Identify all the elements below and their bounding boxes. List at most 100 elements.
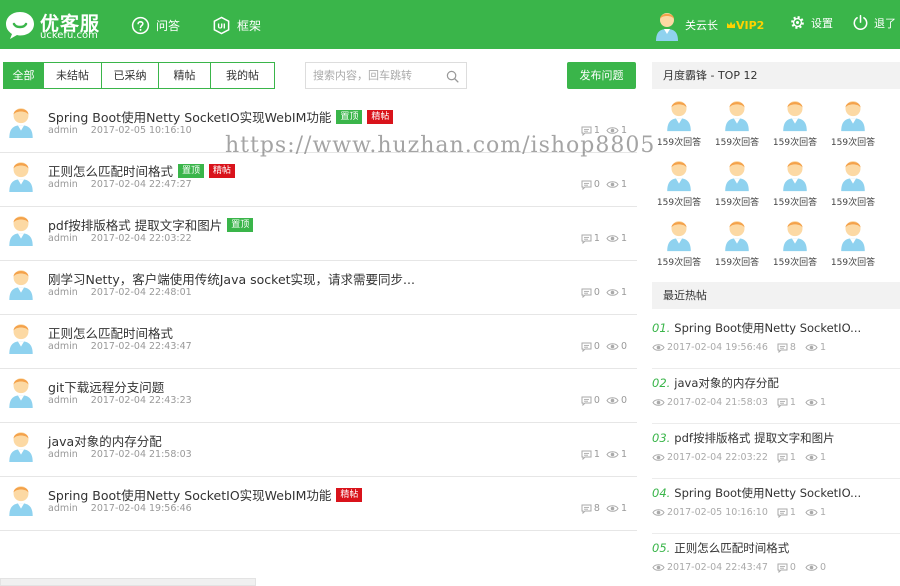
reply-icon (581, 234, 592, 244)
hot-post-title[interactable]: Spring Boot使用Netty SocketIO... (674, 486, 861, 500)
author-avatar[interactable] (6, 212, 36, 246)
post-author[interactable]: admin (48, 503, 78, 514)
post-author[interactable]: admin (48, 341, 78, 352)
author-avatar[interactable] (6, 158, 36, 192)
author-avatar[interactable] (6, 320, 36, 354)
post-title[interactable]: Spring Boot使用Netty SocketIO实现WebIM功能 (48, 107, 331, 126)
hot-post-item[interactable]: 01. Spring Boot使用Netty SocketIO... 2017-02… (652, 314, 900, 369)
site-logo[interactable]: 优客服 uckefu.com (4, 8, 104, 42)
hot-post-views-value: 1 (819, 452, 826, 463)
post-row[interactable]: Spring Boot使用Netty SocketIO实现WebIM功能 精帖 ad… (0, 477, 637, 531)
top-user-avatar[interactable] (838, 95, 868, 133)
top-user-item[interactable]: 159次回答 (766, 155, 824, 208)
top-user-avatar[interactable] (664, 155, 694, 193)
hot-post-rank: 04. (652, 486, 671, 500)
top-user-answers: 159次回答 (656, 138, 702, 148)
post-row[interactable]: 刚学习Netty，客户端使用传统Java socket实现，请求需要同步... a… (0, 261, 637, 315)
post-title[interactable]: git下载远程分支问题 (48, 377, 164, 396)
author-avatar[interactable] (6, 374, 36, 408)
hot-post-title-line: 02. java对象的内存分配 (652, 375, 779, 391)
user-menu[interactable]: 关云长 VIP2 (653, 9, 764, 41)
top-user-avatar[interactable] (664, 215, 694, 253)
post-title-line: java对象的内存分配 (48, 431, 162, 450)
top-user-item[interactable]: 159次回答 (650, 155, 708, 208)
top-user-avatar[interactable] (780, 95, 810, 133)
post-author[interactable]: admin (48, 287, 78, 298)
settings-link[interactable]: 设置 (789, 14, 833, 31)
pinned-badge: 置顶 (336, 109, 363, 124)
post-author[interactable]: admin (48, 125, 78, 136)
post-row[interactable]: Spring Boot使用Netty SocketIO实现WebIM功能 置顶 精帖… (0, 99, 637, 153)
search-icon[interactable] (446, 70, 459, 83)
post-title[interactable]: Spring Boot使用Netty SocketIO实现WebIM功能 (48, 485, 331, 504)
top-user-item[interactable]: 159次回答 (708, 215, 766, 268)
eye-icon (805, 564, 818, 571)
logout-link[interactable]: 退了 (852, 14, 896, 31)
hot-post-views: 1 (805, 452, 826, 463)
post-row[interactable]: pdf按排版格式 提取文字和图片 置顶 admin 2017-02-04 22:03:… (0, 207, 637, 261)
post-row[interactable]: 正则怎么匹配时间格式 admin 2017-02-04 22:43:47 0 0 (0, 315, 637, 369)
tab-unresolved[interactable]: 未结帖 (43, 63, 101, 88)
reply-count: 0 (581, 287, 600, 298)
nav-item-qa[interactable]: 问答 (131, 14, 180, 36)
search-input[interactable] (306, 63, 442, 88)
top-user-item[interactable]: 159次回答 (766, 215, 824, 268)
tab-featured[interactable]: 精帖 (158, 63, 210, 88)
tab-my-posts[interactable]: 我的帖 (210, 63, 274, 88)
top-user-avatar[interactable] (664, 95, 694, 133)
vip-crown-icon (727, 21, 735, 28)
filter-tabs: 全部 未结帖 已采纳 精帖 我的帖 (3, 62, 275, 89)
author-avatar[interactable] (6, 482, 36, 516)
post-author[interactable]: admin (48, 395, 78, 406)
post-meta: admin 2017-02-04 22:43:23 (48, 395, 192, 406)
top-user-avatar[interactable] (780, 215, 810, 253)
hot-post-views: 1 (805, 342, 826, 353)
top-user-item[interactable]: 159次回答 (824, 215, 882, 268)
top-user-item[interactable]: 159次回答 (708, 95, 766, 148)
post-author[interactable]: admin (48, 233, 78, 244)
post-title[interactable]: 刚学习Netty，客户端使用传统Java socket实现，请求需要同步... (48, 269, 415, 288)
hot-post-title[interactable]: java对象的内存分配 (674, 376, 779, 390)
top-user-item[interactable]: 159次回答 (824, 155, 882, 208)
hot-post-replies-value: 1 (789, 397, 796, 408)
author-avatar[interactable] (6, 266, 36, 300)
post-row[interactable]: 正则怎么匹配时间格式 置顶 精帖 admin 2017-02-04 22:47:27 0 1 (0, 153, 637, 207)
post-author[interactable]: admin (48, 449, 78, 460)
hot-post-item[interactable]: 03. pdf按排版格式 提取文字和图片 2017-02-04 22:03:22 1 1 (652, 424, 900, 479)
post-time: 2017-02-04 22:03:22 (90, 233, 192, 244)
post-row[interactable]: git下载远程分支问题 admin 2017-02-04 22:43:23 0 0 (0, 369, 637, 423)
tab-all[interactable]: 全部 (4, 63, 43, 88)
top-user-answers: 159次回答 (772, 198, 818, 208)
post-title[interactable]: 正则怎么匹配时间格式 (48, 323, 173, 342)
top-user-avatar[interactable] (838, 155, 868, 193)
hot-post-item[interactable]: 02. java对象的内存分配 2017-02-04 21:58:03 1 1 (652, 369, 900, 424)
top-user-avatar[interactable] (722, 95, 752, 133)
top-user-avatar[interactable] (722, 155, 752, 193)
post-question-button[interactable]: 发布问题 (567, 62, 636, 89)
nav-item-framework[interactable]: UI 框架 (212, 14, 261, 36)
post-title[interactable]: pdf按排版格式 提取文字和图片 (48, 215, 222, 234)
post-title[interactable]: 正则怎么匹配时间格式 (48, 161, 173, 180)
post-author[interactable]: admin (48, 179, 78, 190)
post-title[interactable]: java对象的内存分配 (48, 431, 162, 450)
top-user-item[interactable]: 159次回答 (708, 155, 766, 208)
top-user-item[interactable]: 159次回答 (824, 95, 882, 148)
eye-icon (606, 451, 619, 458)
author-avatar[interactable] (6, 428, 36, 462)
author-avatar[interactable] (6, 104, 36, 138)
user-name: 关云长 (685, 19, 718, 32)
hot-post-item[interactable]: 05. 正则怎么匹配时间格式 2017-02-04 22:43:47 0 0 (652, 534, 900, 586)
top-user-avatar[interactable] (780, 155, 810, 193)
hot-post-title[interactable]: pdf按排版格式 提取文字和图片 (674, 431, 834, 445)
hot-post-title[interactable]: 正则怎么匹配时间格式 (674, 541, 789, 555)
top-user-item[interactable]: 159次回答 (650, 95, 708, 148)
top-user-avatar[interactable] (838, 215, 868, 253)
post-row[interactable]: java对象的内存分配 admin 2017-02-04 21:58:03 1 1 (0, 423, 637, 477)
hot-post-title[interactable]: Spring Boot使用Netty SocketIO... (674, 321, 861, 335)
hot-post-item[interactable]: 04. Spring Boot使用Netty SocketIO... 2017-02… (652, 479, 900, 534)
top-user-item[interactable]: 159次回答 (766, 95, 824, 148)
top-user-item[interactable]: 159次回答 (650, 215, 708, 268)
tab-accepted[interactable]: 已采纳 (101, 63, 158, 88)
hot-post-rank: 02. (652, 376, 671, 390)
top-user-avatar[interactable] (722, 215, 752, 253)
